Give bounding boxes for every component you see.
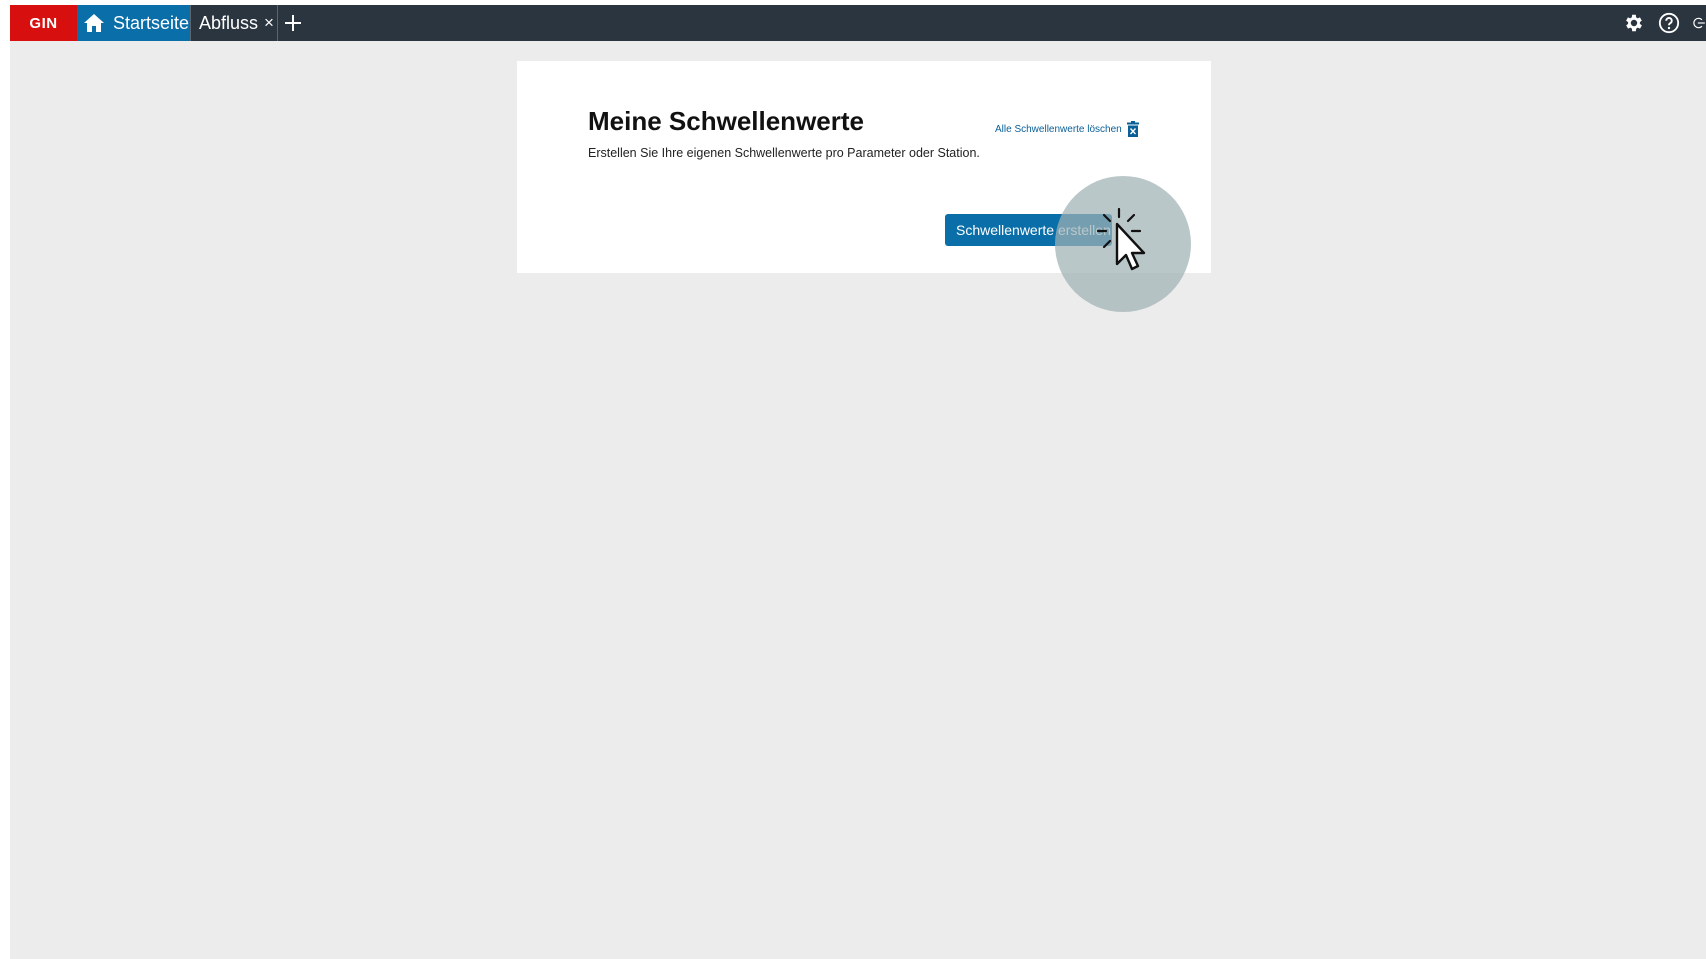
gear-icon[interactable] <box>1622 11 1646 35</box>
tab-label: Startseite <box>113 12 190 33</box>
page-title: Meine Schwellenwerte <box>588 106 864 136</box>
tab-label: Abfluss <box>199 12 259 33</box>
plus-icon <box>285 15 301 31</box>
threshold-card: Meine Schwellenwerte Erstellen Sie Ihre … <box>517 61 1211 273</box>
delete-all-thresholds-link[interactable]: Alle Schwellenwerte löschen <box>995 121 1139 137</box>
add-tab-button[interactable] <box>278 5 308 41</box>
close-tab-icon[interactable]: × <box>264 13 274 33</box>
home-icon <box>83 13 105 33</box>
logout-icon[interactable] <box>1692 11 1706 35</box>
app-screen: GIN Startseite Abfluss × Meine Schwellen… <box>10 5 1706 959</box>
help-icon[interactable] <box>1657 11 1681 35</box>
tab-startseite[interactable]: Startseite <box>77 5 191 41</box>
topbar-actions <box>1611 5 1706 41</box>
brand-logo[interactable]: GIN <box>10 5 77 41</box>
top-navigation-bar: GIN Startseite Abfluss × <box>10 5 1706 41</box>
trash-icon <box>1126 121 1139 137</box>
page-subtitle: Erstellen Sie Ihre eigenen Schwellenwert… <box>588 146 980 160</box>
tab-abfluss[interactable]: Abfluss × <box>191 5 278 41</box>
create-thresholds-button[interactable]: Schwellenwerte erstellen <box>945 214 1112 246</box>
delete-all-label: Alle Schwellenwerte löschen <box>995 123 1122 135</box>
